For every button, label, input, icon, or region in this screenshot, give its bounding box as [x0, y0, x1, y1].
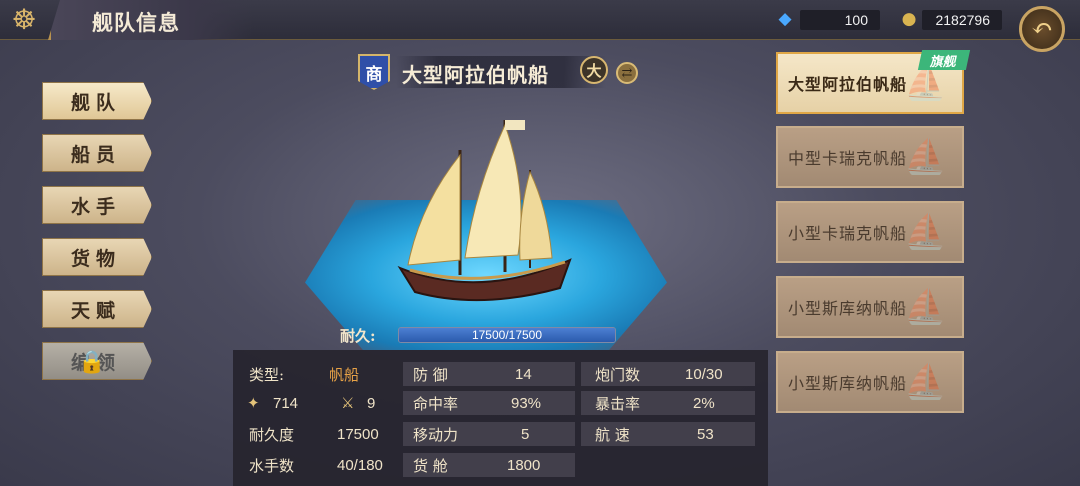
fleet-ship-name: 小型斯库纳帆船 [788, 299, 908, 318]
stat-value: 93% [511, 394, 542, 412]
gem-counter: 100 [800, 10, 880, 30]
nav-fleet[interactable]: 舰队 [42, 82, 152, 120]
stat-label: 防 御 [413, 365, 448, 384]
page-title: 舰队信息 [92, 10, 180, 35]
fleet-ship-3[interactable]: 小型卡瑞克帆船 ⛵ [776, 201, 964, 263]
nav-crew[interactable]: 船员 [42, 134, 152, 172]
stat-value: 714 [273, 394, 299, 412]
flagship-tag: 旗舰 [917, 50, 971, 70]
nav-label: 舰队 [71, 91, 122, 114]
nav-label: 天赋 [71, 299, 122, 322]
ship-silhouette-icon: ⛵ [904, 287, 948, 327]
stat-durability: 耐久度 17500 [233, 422, 398, 446]
stat-label: 类型: [249, 365, 285, 384]
stat-label: 暴击率 [595, 394, 641, 413]
merchant-type-badge: 商 [358, 54, 390, 90]
nav-talent[interactable]: 天赋 [42, 290, 152, 328]
nav-cargo[interactable]: 货物 [42, 238, 152, 276]
stat-value: 帆船 [329, 365, 360, 384]
stat-value: 40/180 [337, 456, 383, 474]
stat-cargo-hold: 货 舱 1800 [403, 453, 575, 477]
stat-value: 1800 [507, 456, 541, 474]
nav-label: 水手 [71, 195, 122, 218]
nav-label: 货物 [71, 247, 122, 270]
stat-label: 航 速 [595, 425, 630, 444]
stat-value: 2% [693, 394, 715, 412]
ship-silhouette-icon: ⛵ [904, 212, 948, 252]
nav-sailors[interactable]: 水手 [42, 186, 152, 224]
fleet-ship-4[interactable]: 小型斯库纳帆船 ⛵ [776, 276, 964, 338]
durability-label: 耐久: [340, 327, 376, 345]
ship-silhouette-icon: ⛵ [904, 137, 948, 177]
stat-defense: 防 御 14 [403, 362, 575, 386]
ship-size-badge: 大 [580, 56, 608, 84]
swap-icon[interactable]: ⇄ [616, 62, 638, 84]
stat-hit-rate: 命中率 93% [403, 391, 575, 415]
stat-cannon-ports: 炮门数 10/30 [581, 362, 755, 386]
nav-locked[interactable]: 编领 🔒 [42, 342, 152, 380]
stat-value: 17500 [337, 425, 379, 443]
ship-illustration[interactable] [380, 110, 580, 320]
stat-value: 14 [515, 365, 532, 383]
fleet-ship-2[interactable]: 中型卡瑞克帆船 ⛵ [776, 126, 964, 188]
crossed-swords-icon: ⚔ [341, 394, 355, 412]
cannon-icon: ✦ [247, 394, 260, 412]
fleet-ship-name: 中型卡瑞克帆船 [788, 149, 908, 168]
stat-label: 耐久度 [249, 425, 295, 444]
durability-text: 17500/17500 [471, 328, 543, 342]
stat-value: 5 [521, 425, 530, 443]
durability-bar: 17500/17500 [398, 327, 616, 343]
back-arrow-icon: ↶ [1031, 14, 1053, 44]
back-button[interactable]: ↶ [1019, 6, 1065, 52]
lock-icon: 🔒 [78, 349, 112, 375]
coin-icon: ● [901, 9, 917, 29]
stat-label: 货 舱 [413, 456, 448, 475]
stat-icons: ✦ 714 ⚔ 9 [233, 391, 398, 415]
nav-label: 船员 [71, 143, 122, 166]
stat-value: 10/30 [685, 365, 723, 383]
stat-label: 炮门数 [595, 365, 641, 384]
stats-panel: 类型: 帆船 ✦ 714 ⚔ 9 耐久度 17500 水手数 40/180 防 … [233, 350, 768, 486]
stat-value: 9 [367, 394, 376, 412]
ship-wheel-icon[interactable]: ☸ [4, 2, 44, 38]
stat-label: 命中率 [413, 394, 459, 413]
stat-sailors: 水手数 40/180 [233, 453, 398, 477]
stat-label: 水手数 [249, 456, 295, 475]
stat-crit-rate: 暴击率 2% [581, 391, 755, 415]
stat-label: 移动力 [413, 425, 459, 444]
fleet-ship-5[interactable]: 小型斯库纳帆船 ⛵ [776, 351, 964, 413]
stat-type: 类型: 帆船 [233, 362, 398, 386]
gem-icon: ◆ [778, 9, 792, 29]
coin-counter: 2182796 [922, 10, 1002, 30]
stat-mobility: 移动力 5 [403, 422, 575, 446]
fleet-ship-name: 小型斯库纳帆船 [788, 374, 908, 393]
stat-speed: 航 速 53 [581, 422, 755, 446]
fleet-ship-name: 大型阿拉伯帆船 [788, 75, 908, 94]
fleet-ship-name: 小型卡瑞克帆船 [788, 224, 908, 243]
ship-silhouette-icon: ⛵ [904, 362, 948, 402]
stat-value: 53 [697, 425, 714, 443]
ship-name: 大型阿拉伯帆船 [402, 63, 549, 87]
